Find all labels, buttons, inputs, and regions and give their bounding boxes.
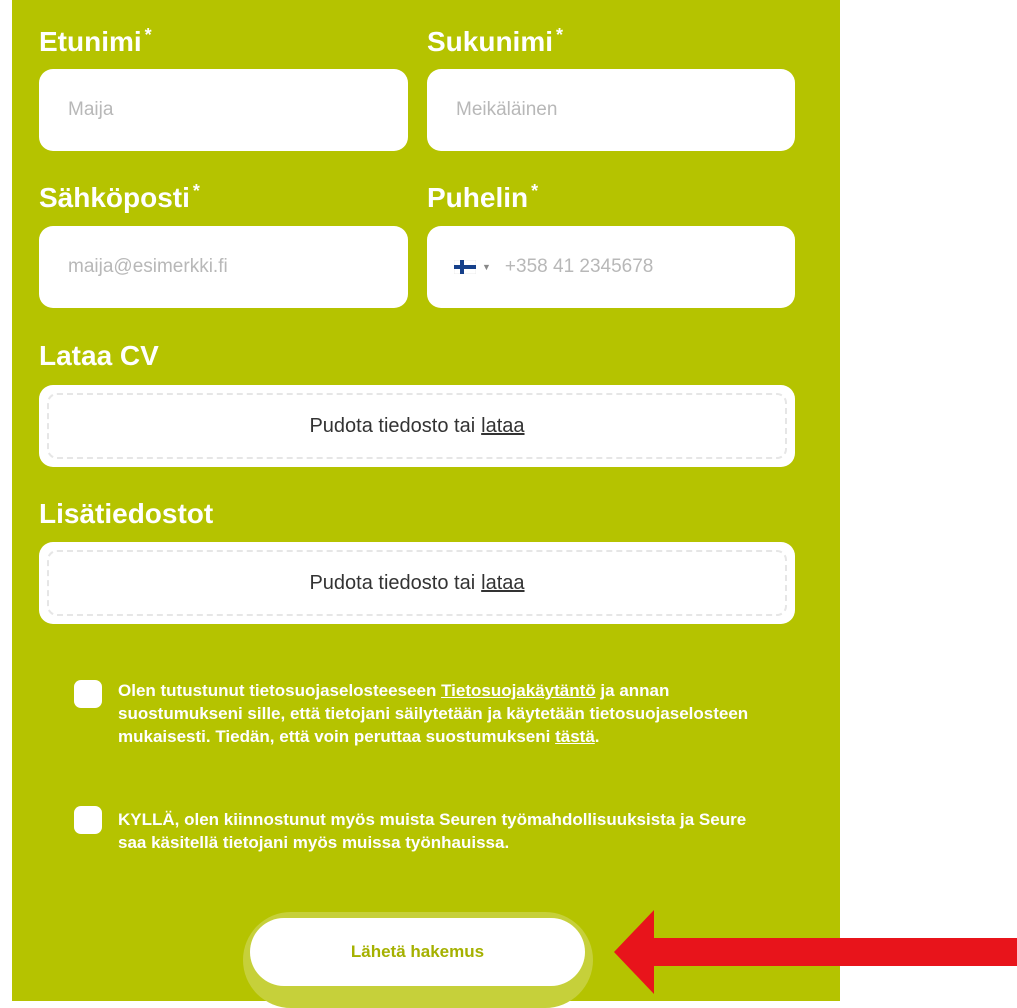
email-input[interactable] <box>39 226 408 308</box>
cv-upload-label: Lataa CV <box>39 340 159 371</box>
first-name-input[interactable] <box>39 69 408 151</box>
phone-input[interactable] <box>490 226 795 308</box>
phone-label: Puhelin * <box>427 181 539 213</box>
last-name-label: Sukunimi * <box>427 25 564 57</box>
required-mark: * <box>192 181 200 201</box>
cv-upload-link[interactable]: lataa <box>481 415 524 438</box>
other-jobs-consent-text: KYLLÄ, olen kiinnostunut myös muista Seu… <box>118 810 747 852</box>
withdraw-consent-link[interactable]: tästä <box>555 727 595 746</box>
first-name-field[interactable] <box>39 69 408 151</box>
cv-dropzone-text: Pudota tiedosto tai <box>309 414 476 437</box>
chevron-down-icon: ▼ <box>482 262 491 272</box>
required-mark: * <box>144 25 152 45</box>
last-name-input[interactable] <box>427 69 795 151</box>
privacy-policy-link[interactable]: Tietosuojakäytäntö <box>441 681 596 700</box>
attachments-dropzone-text: Pudota tiedosto tai <box>309 571 476 594</box>
submit-application-button[interactable]: Lähetä hakemus <box>250 918 585 986</box>
cv-dropzone-area[interactable]: Pudota tiedosto tai lataa <box>47 393 787 459</box>
first-name-label: Etunimi * <box>39 25 152 57</box>
email-field[interactable] <box>39 226 408 308</box>
red-arrow-icon <box>614 910 1017 994</box>
attachments-dropzone[interactable]: Pudota tiedosto tai lataa <box>39 542 795 624</box>
other-jobs-consent-checkbox[interactable] <box>74 806 102 834</box>
attachments-upload-link[interactable]: lataa <box>481 572 524 595</box>
country-selector[interactable]: ▼ <box>454 260 491 274</box>
privacy-consent-text: Olen tutustunut tietosuojaselosteeseen T… <box>118 681 749 746</box>
attachments-dropzone-area[interactable]: Pudota tiedosto tai lataa <box>47 550 787 616</box>
cv-dropzone[interactable]: Pudota tiedosto tai lataa <box>39 385 795 467</box>
phone-field[interactable]: ▼ <box>427 226 795 308</box>
required-mark: * <box>531 181 539 201</box>
attachments-upload-label: Lisätiedostot <box>39 498 214 529</box>
privacy-consent-checkbox[interactable] <box>74 680 102 708</box>
email-label: Sähköposti * <box>39 181 200 213</box>
last-name-field[interactable] <box>427 69 795 151</box>
required-mark: * <box>556 25 564 45</box>
finland-flag-icon <box>454 260 476 274</box>
